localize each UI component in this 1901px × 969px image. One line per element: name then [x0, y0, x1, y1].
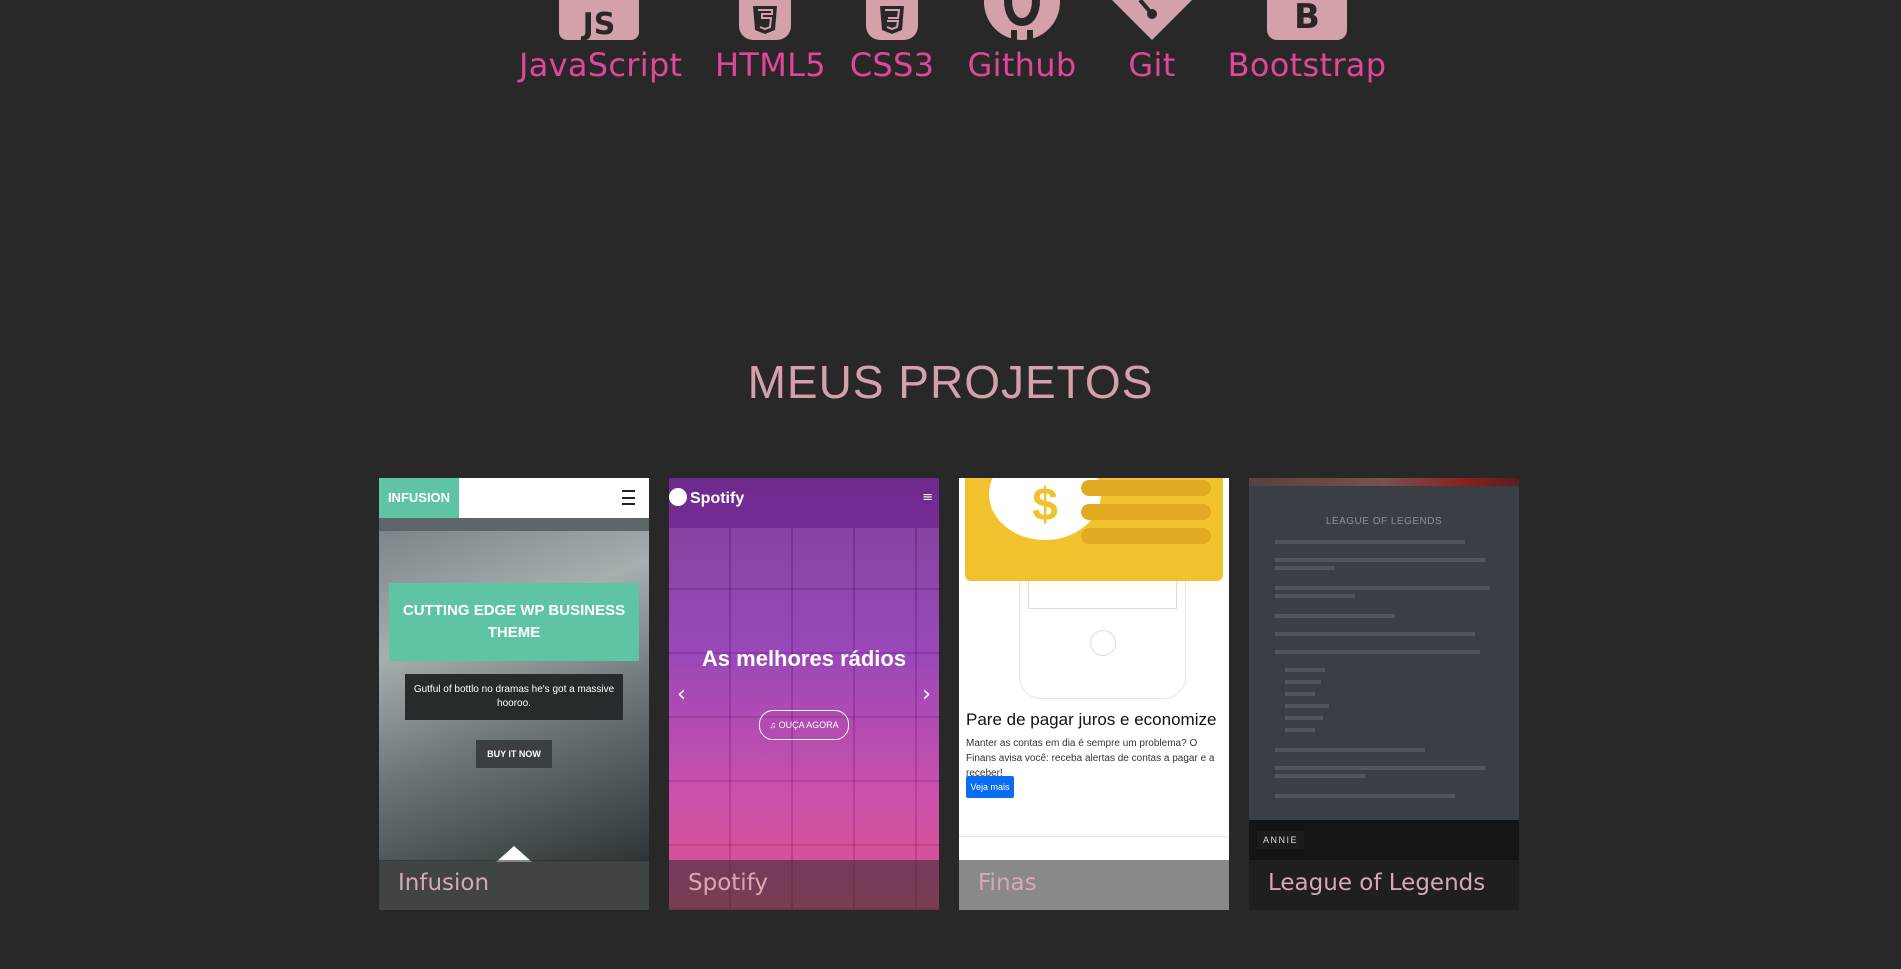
svg-text:B: B	[1294, 0, 1320, 37]
skill-label: CSS3	[849, 46, 935, 84]
chevron-left-icon: ‹	[677, 682, 686, 707]
card-caption: Spotify	[669, 860, 939, 910]
text-line	[1285, 668, 1325, 672]
section-title: MEUS PROJETOS	[747, 356, 1154, 408]
text-line	[1285, 716, 1323, 720]
text-line	[1275, 748, 1425, 752]
text-line	[1275, 794, 1455, 798]
chevron-right-icon: ›	[922, 682, 931, 707]
text-line	[1275, 632, 1475, 636]
preview-tag: ANNIE	[1257, 831, 1305, 849]
text-line	[1275, 586, 1490, 590]
text-line	[1275, 540, 1465, 544]
project-card-infusion[interactable]: INFUSION CUTTING EDGE WP BUSINESS THEME …	[379, 478, 649, 910]
text-line	[1275, 774, 1365, 778]
text-line	[1285, 692, 1315, 696]
card-caption: Infusion	[379, 860, 649, 910]
phone-illustration	[1019, 568, 1186, 699]
banner-bar	[1081, 480, 1211, 496]
skill-label: Bootstrap	[1227, 46, 1387, 84]
project-card-spotify[interactable]: Spotify ≡ As melhores rádios ‹ › ♫ OUÇA …	[669, 478, 939, 910]
preview-document: LEAGUE OF LEGENDS	[1249, 486, 1519, 826]
preview-listen-button: ♫ OUÇA AGORA	[759, 710, 849, 740]
text-line	[1285, 704, 1329, 708]
preview-headline: Pare de pagar juros e economize	[966, 710, 1217, 729]
spotify-logo: Spotify	[669, 488, 744, 508]
text-line	[1285, 728, 1315, 732]
text-line	[1275, 594, 1355, 598]
svg-text:JS: JS	[581, 7, 616, 40]
infusion-logo: INFUSION	[379, 478, 459, 518]
card-caption: Finas	[959, 860, 1229, 910]
bootstrap-icon: B	[1267, 0, 1347, 40]
project-card-finas[interactable]: $ Pare de pagar juros e economize Manter…	[959, 478, 1229, 910]
divider	[959, 836, 1229, 837]
menu-icon	[622, 490, 635, 505]
skill-label: Git	[1128, 46, 1176, 84]
card-caption-text: Spotify	[688, 870, 768, 896]
skill-label: HTML5	[715, 46, 826, 84]
github-icon	[984, 0, 1060, 40]
preview-headline: CUTTING EDGE WP BUSINESS THEME	[389, 583, 639, 661]
text-line	[1275, 766, 1485, 770]
card-caption: League of Legends	[1249, 860, 1519, 910]
card-caption-text: Finas	[978, 870, 1037, 896]
banner-bar	[1081, 528, 1211, 544]
text-line	[1275, 566, 1335, 570]
preview-banner: $	[965, 478, 1223, 581]
text-line	[1275, 558, 1485, 562]
text-line	[1275, 650, 1480, 654]
banner-bar	[1081, 504, 1211, 520]
css3-icon	[866, 0, 918, 40]
preview-header-strip	[1249, 478, 1519, 486]
javascript-icon: JS	[559, 0, 639, 40]
preview-text: Manter as contas em dia é sempre um prob…	[966, 738, 1215, 779]
card-caption-text: League of Legends	[1268, 870, 1486, 896]
skill-label: JavaScript	[519, 46, 683, 84]
text-line	[1285, 680, 1321, 684]
preview-headline: As melhores rádios	[701, 646, 907, 671]
skills-row: JS JavaScript HTML5 CSS3 Github Git B Bo…	[0, 0, 1901, 110]
preview-buy-button: BUY IT NOW	[476, 740, 552, 768]
html5-icon	[739, 0, 791, 40]
project-card-league-of-legends[interactable]: LEAGUE OF LEGENDS ANNIE League of Legend…	[1249, 478, 1519, 910]
spotify-icon	[669, 488, 687, 506]
preview-subtext: Gutful of bottlo no dramas he's got a ma…	[405, 674, 623, 720]
skill-label: Github	[967, 46, 1077, 84]
phone-home-button	[1090, 630, 1116, 656]
preview-more-button: Veja mais	[966, 776, 1014, 798]
card-caption-text: Infusion	[398, 870, 490, 896]
preview-headline: LEAGUE OF LEGENDS	[1325, 516, 1443, 527]
git-icon	[1112, 0, 1192, 40]
spotify-logo-text: Spotify	[690, 490, 745, 507]
menu-icon: ≡	[922, 490, 933, 505]
text-line	[1275, 614, 1395, 618]
preview-topbar: INFUSION	[379, 478, 649, 518]
